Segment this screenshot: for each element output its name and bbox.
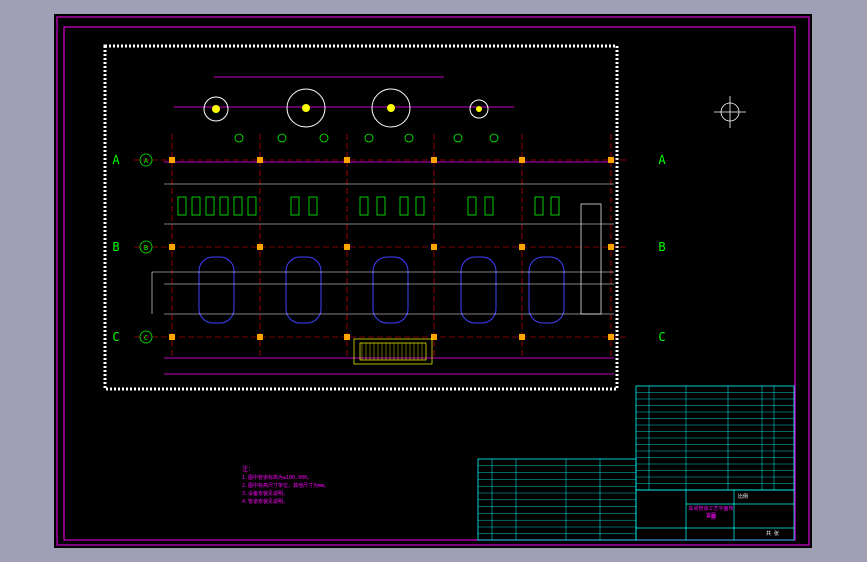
column-markers bbox=[169, 157, 614, 340]
column-A-4 bbox=[431, 157, 437, 163]
top-tanks bbox=[203, 88, 489, 128]
note-line-2: 2.图中标高尺寸单位，其他尺寸为mm。 bbox=[242, 483, 330, 489]
column-A-3 bbox=[344, 157, 350, 163]
vertical-axes bbox=[171, 134, 612, 359]
axis-label-B-0: B bbox=[144, 244, 148, 252]
column-C-2 bbox=[257, 334, 263, 340]
cad-viewport[interactable]: A A A B B B C C C 注： 1.图中管道标高为±100.000。 2.图中标高尺寸… bbox=[0, 0, 867, 562]
column-C-3 bbox=[344, 334, 350, 340]
column-B-2 bbox=[257, 244, 263, 250]
plan-border bbox=[103, 44, 619, 391]
drawing-sheet[interactable]: A A A B B B C C C 注： 1.图中管道标高为±100.000。 2.图中标高尺寸… bbox=[54, 14, 812, 548]
right-vessel bbox=[580, 203, 602, 315]
column-A-1 bbox=[169, 157, 175, 163]
column-B-1 bbox=[169, 244, 175, 250]
axis-label-A-1: A bbox=[112, 153, 120, 167]
process-tanks bbox=[198, 256, 565, 324]
note-line-4: 4.管道安装见说明。 bbox=[242, 499, 289, 505]
axis-label-B-1: B bbox=[112, 240, 119, 254]
column-A-2 bbox=[257, 157, 263, 163]
axis-label-C-0: C bbox=[144, 334, 148, 342]
axis-label-A-2: A bbox=[658, 153, 666, 167]
column-C-5 bbox=[519, 334, 525, 340]
axis-lines bbox=[134, 159, 629, 338]
column-B-6 bbox=[608, 244, 614, 250]
axis-label-C-2: C bbox=[658, 330, 665, 344]
column-B-3 bbox=[344, 244, 350, 250]
axis-label-B-2: B bbox=[658, 240, 665, 254]
stair-steps bbox=[361, 343, 423, 360]
column-A-5 bbox=[519, 157, 525, 163]
pump-circles bbox=[234, 133, 499, 143]
notes-block: 注： 1.图中管道标高为±100.000。 2.图中标高尺寸单位，其他尺寸为mm… bbox=[242, 466, 442, 506]
column-C-6 bbox=[608, 334, 614, 340]
note-line-1: 1.图中管道标高为±100.000。 bbox=[242, 475, 313, 481]
north-arrow bbox=[714, 96, 746, 128]
equipment-table bbox=[635, 385, 795, 491]
column-A-6 bbox=[608, 157, 614, 163]
pipes bbox=[151, 183, 614, 315]
notes-heading: 注： bbox=[242, 466, 255, 473]
equipment-boxes bbox=[177, 196, 560, 216]
note-line-3: 3.设备安装见说明。 bbox=[242, 491, 289, 497]
scale-label: 比例 bbox=[738, 494, 749, 500]
axis-label-A-0: A bbox=[144, 157, 149, 165]
axis-label-C-1: C bbox=[112, 330, 119, 344]
column-C-1 bbox=[169, 334, 175, 340]
stair bbox=[353, 338, 433, 365]
axis-labels: A A A B B B C C C bbox=[112, 153, 666, 344]
sheet-label: 共 张 bbox=[766, 531, 780, 537]
column-B-4 bbox=[431, 244, 437, 250]
inner-frame bbox=[63, 26, 796, 541]
column-B-5 bbox=[519, 244, 525, 250]
parts-table bbox=[477, 458, 637, 541]
top-dimensions bbox=[164, 76, 614, 375]
drawing-subtitle: 一层 bbox=[705, 515, 716, 521]
